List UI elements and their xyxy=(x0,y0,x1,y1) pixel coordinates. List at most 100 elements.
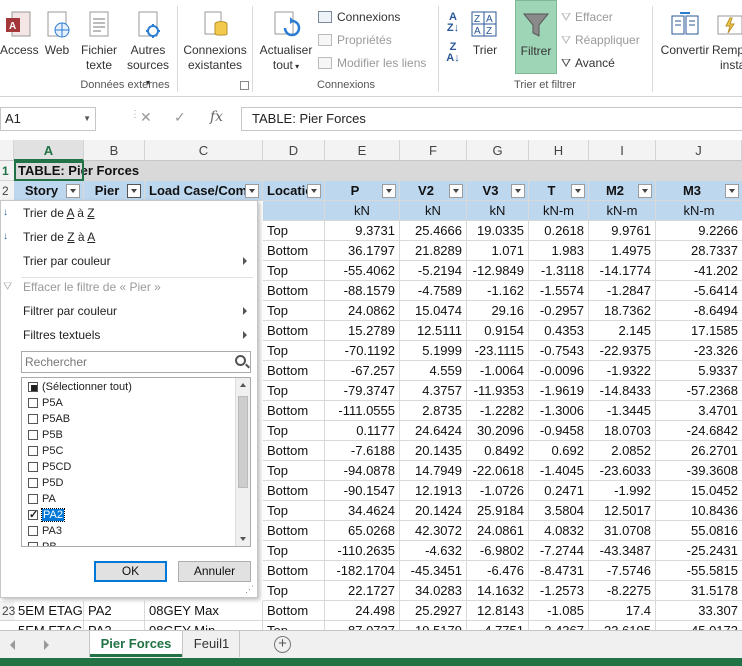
data-cell[interactable]: Bottom xyxy=(263,481,325,501)
data-cell[interactable]: -1.9322 xyxy=(589,361,656,381)
data-cell[interactable]: 18.0703 xyxy=(589,421,656,441)
data-cell[interactable]: Top xyxy=(263,581,325,601)
data-cell[interactable]: 5.9337 xyxy=(656,361,742,381)
column-header-j[interactable]: J xyxy=(656,140,742,161)
sheet-tab-pier-forces[interactable]: Pier Forces xyxy=(90,631,182,657)
data-cell[interactable]: -6.9802 xyxy=(467,541,529,561)
data-cell[interactable]: Top xyxy=(263,501,325,521)
data-cell[interactable]: -43.3487 xyxy=(589,541,656,561)
unit-cell[interactable]: kN xyxy=(467,201,529,221)
data-cell[interactable]: 0.692 xyxy=(529,441,589,461)
filter-dropdown-icon[interactable] xyxy=(571,184,585,198)
header-cell-location[interactable]: Locatio xyxy=(263,181,325,201)
list-item-selected[interactable]: PA2 xyxy=(28,507,65,523)
data-cell[interactable]: Bottom xyxy=(263,321,325,341)
filter-dropdown-icon[interactable] xyxy=(245,184,259,198)
convert-button[interactable]: Convertir xyxy=(658,0,712,58)
data-cell[interactable]: -0.7543 xyxy=(529,341,589,361)
data-cell[interactable]: -1.2573 xyxy=(529,581,589,601)
data-cell[interactable]: -0.9458 xyxy=(529,421,589,441)
column-header-f[interactable]: F xyxy=(400,140,467,161)
column-header-h[interactable]: H xyxy=(529,140,589,161)
data-cell[interactable]: Bottom xyxy=(263,401,325,421)
data-cell[interactable]: -57.2368 xyxy=(656,381,742,401)
add-sheet-icon[interactable]: + xyxy=(274,636,291,653)
data-cell[interactable]: Top xyxy=(263,421,325,441)
sort-za-small-button[interactable]: Z A↓ xyxy=(442,36,464,64)
data-cell[interactable]: Top xyxy=(263,341,325,361)
data-cell[interactable]: Bottom xyxy=(263,241,325,261)
column-header-g[interactable]: G xyxy=(467,140,529,161)
filter-dropdown-icon[interactable] xyxy=(307,184,321,198)
unit-cell[interactable]: kN xyxy=(400,201,467,221)
data-cell[interactable]: -55.5815 xyxy=(656,561,742,581)
data-cell[interactable]: Top xyxy=(263,301,325,321)
prev-sheet-icon[interactable] xyxy=(10,640,15,650)
data-cell[interactable]: 29.16 xyxy=(467,301,529,321)
data-cell[interactable]: 12.1913 xyxy=(400,481,467,501)
data-cell[interactable]: 21.8289 xyxy=(400,241,467,261)
header-cell-v3[interactable]: V3 xyxy=(467,181,529,201)
checkbox[interactable] xyxy=(28,494,38,504)
filter-search-input[interactable]: Rechercher xyxy=(21,351,251,373)
data-cell[interactable]: 25.9184 xyxy=(467,501,529,521)
data-cell[interactable]: -0.0096 xyxy=(529,361,589,381)
sort-z-to-a-item[interactable]: ↓ Trier de Z à A xyxy=(1,225,257,249)
filter-dropdown-icon[interactable] xyxy=(725,184,739,198)
header-cell-pier[interactable]: Pier xyxy=(84,181,145,201)
insert-function-icon[interactable]: fx xyxy=(210,109,223,125)
data-cell[interactable]: 0.2618 xyxy=(529,221,589,241)
data-cell[interactable]: -1.0064 xyxy=(467,361,529,381)
data-cell[interactable]: -12.9849 xyxy=(467,261,529,281)
data-cell[interactable]: 24.0862 xyxy=(325,301,400,321)
data-cell[interactable]: 1.4975 xyxy=(589,241,656,261)
data-cell[interactable]: -8.2275 xyxy=(589,581,656,601)
data-cell[interactable]: 2.145 xyxy=(589,321,656,341)
data-cell[interactable]: 15.0452 xyxy=(656,481,742,501)
row-header-23[interactable]: 23 xyxy=(0,601,15,621)
filter-dropdown-icon[interactable] xyxy=(66,184,80,198)
data-cell[interactable]: -55.4062 xyxy=(325,261,400,281)
data-cell[interactable]: -1.085 xyxy=(529,601,589,621)
column-header-c[interactable]: C xyxy=(145,140,263,161)
data-cell[interactable]: -45.0173 xyxy=(656,621,742,630)
data-cell[interactable]: 12.5017 xyxy=(589,501,656,521)
data-cell[interactable]: -2.4367 xyxy=(529,621,589,630)
filter-dropdown-icon[interactable] xyxy=(638,184,652,198)
data-cell[interactable]: 31.5178 xyxy=(656,581,742,601)
header-cell-load-case[interactable]: Load Case/Coml xyxy=(145,181,263,201)
data-cell[interactable]: 1.071 xyxy=(467,241,529,261)
next-sheet-icon[interactable] xyxy=(44,640,49,650)
filter-dropdown-icon[interactable] xyxy=(511,184,525,198)
sort-button[interactable]: ZAAZ Trier xyxy=(466,0,504,58)
clear-filter-button[interactable]: ⛛ Effacer xyxy=(561,8,613,26)
data-cell[interactable]: -23.1115 xyxy=(467,341,529,361)
data-cell[interactable]: 17.1585 xyxy=(656,321,742,341)
data-cell[interactable]: 25.4666 xyxy=(400,221,467,241)
data-cell[interactable]: -1.4045 xyxy=(529,461,589,481)
data-cell[interactable]: 0.9154 xyxy=(467,321,529,341)
header-cell-m2[interactable]: M2 xyxy=(589,181,656,201)
data-cell[interactable]: -182.1704 xyxy=(325,561,400,581)
column-header-b[interactable]: B xyxy=(84,140,145,161)
data-cell[interactable]: 20.1424 xyxy=(400,501,467,521)
data-cell[interactable]: -45.3451 xyxy=(400,561,467,581)
data-cell[interactable]: 20.1435 xyxy=(400,441,467,461)
header-cell-t[interactable]: T xyxy=(529,181,589,201)
data-cell[interactable]: -23.6033 xyxy=(589,461,656,481)
data-cell[interactable]: Bottom xyxy=(263,521,325,541)
checkbox[interactable] xyxy=(28,398,38,408)
scroll-down-icon[interactable] xyxy=(240,537,246,541)
data-cell[interactable]: 0.1177 xyxy=(325,421,400,441)
data-cell[interactable]: 34.0283 xyxy=(400,581,467,601)
sheet-tab-feuil1[interactable]: Feuil1 xyxy=(184,631,240,657)
data-cell[interactable]: Bottom xyxy=(263,281,325,301)
data-cell[interactable]: 2.8735 xyxy=(400,401,467,421)
data-cell[interactable]: -1.9619 xyxy=(529,381,589,401)
column-header-e[interactable]: E xyxy=(325,140,400,161)
data-cell[interactable]: 42.3072 xyxy=(400,521,467,541)
data-cell[interactable]: 18.7362 xyxy=(589,301,656,321)
data-cell[interactable]: -70.1192 xyxy=(325,341,400,361)
column-header-i[interactable]: I xyxy=(589,140,656,161)
select-all-corner[interactable] xyxy=(0,140,14,161)
